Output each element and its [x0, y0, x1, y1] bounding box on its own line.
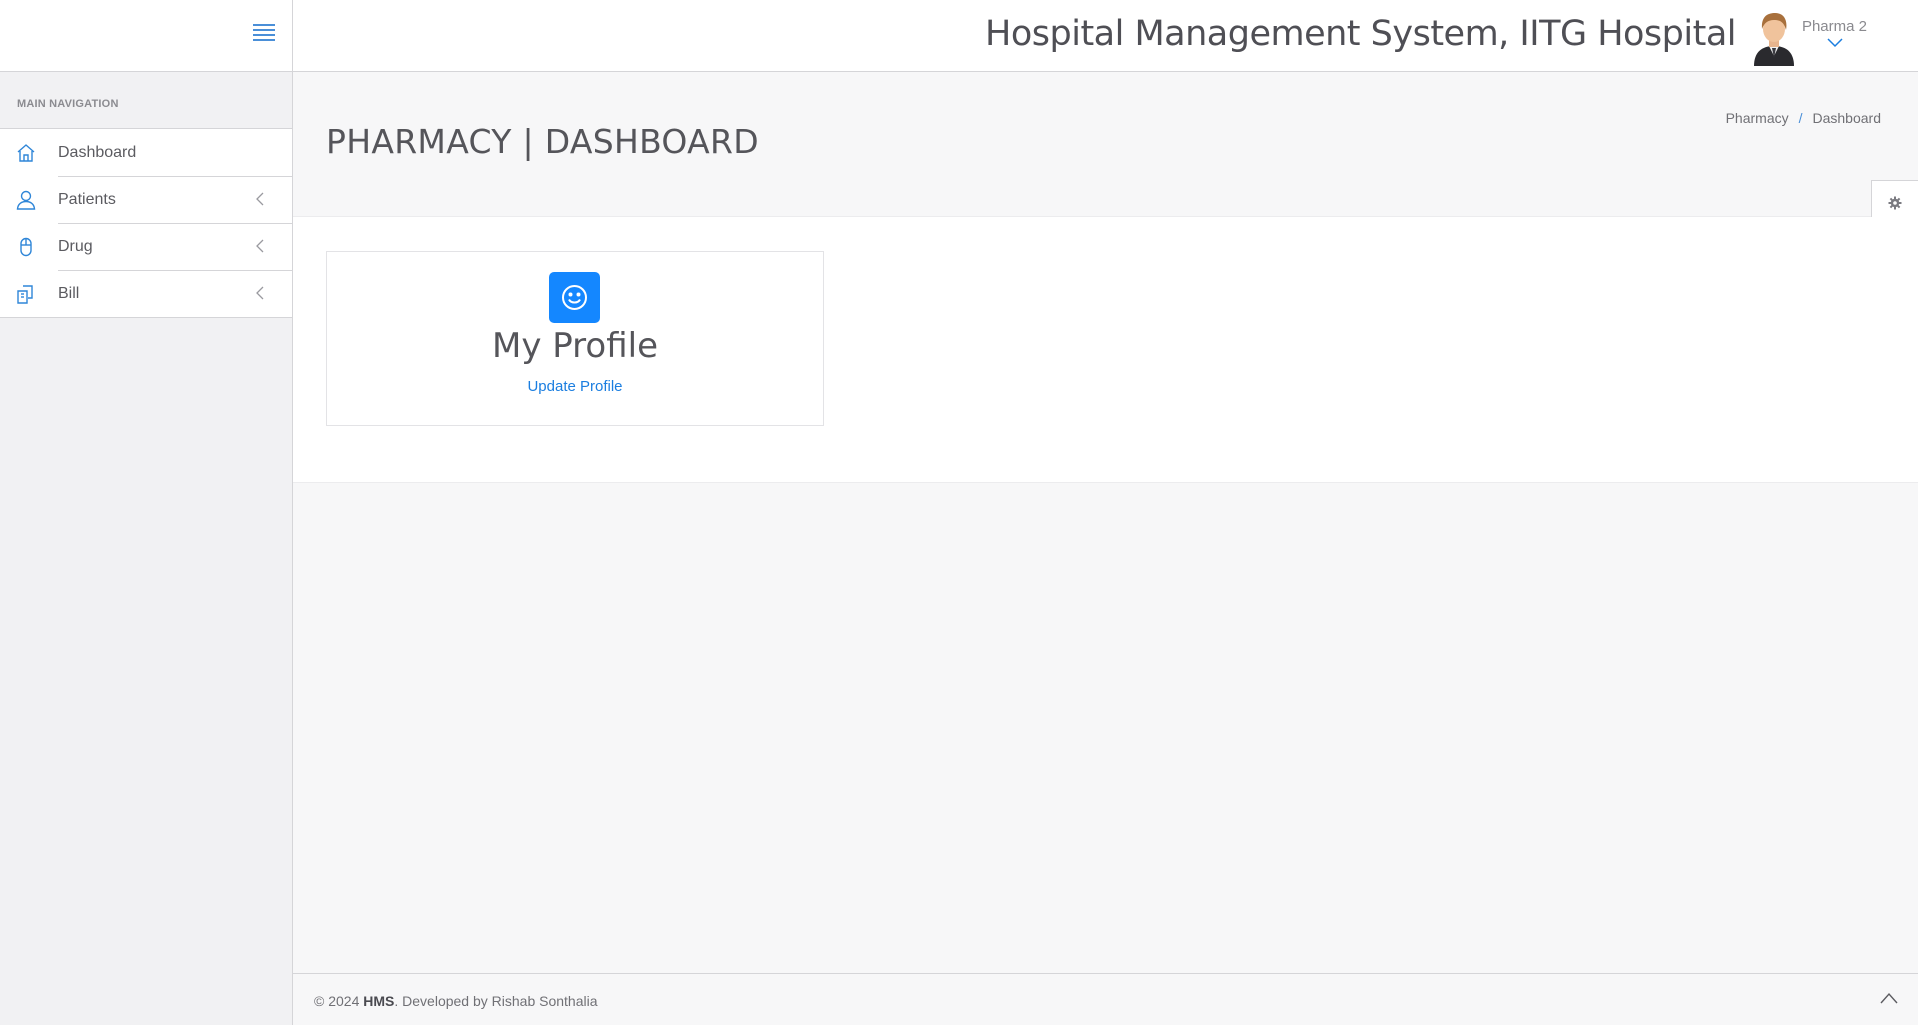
profile-card-icon-box — [549, 272, 600, 323]
sidebar-item-bill[interactable]: Bill — [0, 270, 292, 317]
profile-card: My Profile Update Profile — [326, 251, 824, 426]
footer-brand: HMS — [363, 993, 395, 1009]
sidebar-item-label: Patients — [58, 190, 116, 208]
sidebar-header — [0, 0, 292, 72]
breadcrumb-item-dashboard: Dashboard — [1812, 110, 1882, 126]
files-icon — [17, 285, 33, 304]
breadcrumb-item-pharmacy[interactable]: Pharmacy — [1726, 110, 1789, 126]
avatar[interactable] — [1750, 10, 1798, 66]
sidebar: MAIN NAVIGATION Dashboard Patients Drug — [0, 0, 293, 1025]
breadcrumb: Pharmacy / Dashboard — [1726, 110, 1881, 126]
chevron-left-icon — [256, 286, 264, 300]
sidebar-item-patients[interactable]: Patients — [0, 176, 292, 223]
footer: © 2024 HMS. Developed by Rishab Sonthali… — [293, 973, 1918, 1025]
chevron-up-icon[interactable] — [1880, 992, 1898, 1004]
profile-card-title: My Profile — [492, 326, 658, 366]
chevron-left-icon — [256, 192, 264, 206]
user-icon — [16, 190, 36, 210]
update-profile-link[interactable]: Update Profile — [327, 378, 823, 395]
page-header: PHARMACY | DASHBOARD Pharmacy / Dashboar… — [293, 72, 1918, 217]
footer-copyright: © 2024 — [314, 993, 364, 1009]
sidebar-item-label: Bill — [58, 284, 80, 302]
sidebar-item-label: Drug — [58, 237, 93, 255]
mouse-icon — [20, 237, 32, 257]
sidebar-item-dashboard[interactable]: Dashboard — [0, 129, 292, 176]
footer-credit: . Developed by Rishab Sonthalia — [394, 993, 598, 1009]
home-icon — [17, 144, 35, 162]
gear-icon — [1888, 196, 1902, 210]
page-title: PHARMACY | DASHBOARD — [326, 122, 759, 161]
app-title: Hospital Management System, IITG Hospita… — [985, 14, 1736, 54]
user-name[interactable]: Pharma 2 — [1802, 18, 1867, 35]
footer-text: © 2024 HMS. Developed by Rishab Sonthali… — [314, 993, 598, 1009]
nav-section-title: MAIN NAVIGATION — [17, 98, 119, 110]
nav-list: Dashboard Patients Drug Bill — [0, 128, 292, 318]
main-content: My Profile Update Profile — [293, 217, 1918, 483]
menu-toggle-icon[interactable] — [253, 24, 275, 42]
top-header: Hospital Management System, IITG Hospita… — [293, 0, 1918, 72]
chevron-down-icon[interactable] — [1827, 38, 1843, 48]
sidebar-item-drug[interactable]: Drug — [0, 223, 292, 270]
sidebar-item-label: Dashboard — [58, 143, 137, 161]
chevron-left-icon — [256, 239, 264, 253]
breadcrumb-separator: / — [1798, 110, 1803, 126]
smile-icon — [562, 285, 587, 310]
